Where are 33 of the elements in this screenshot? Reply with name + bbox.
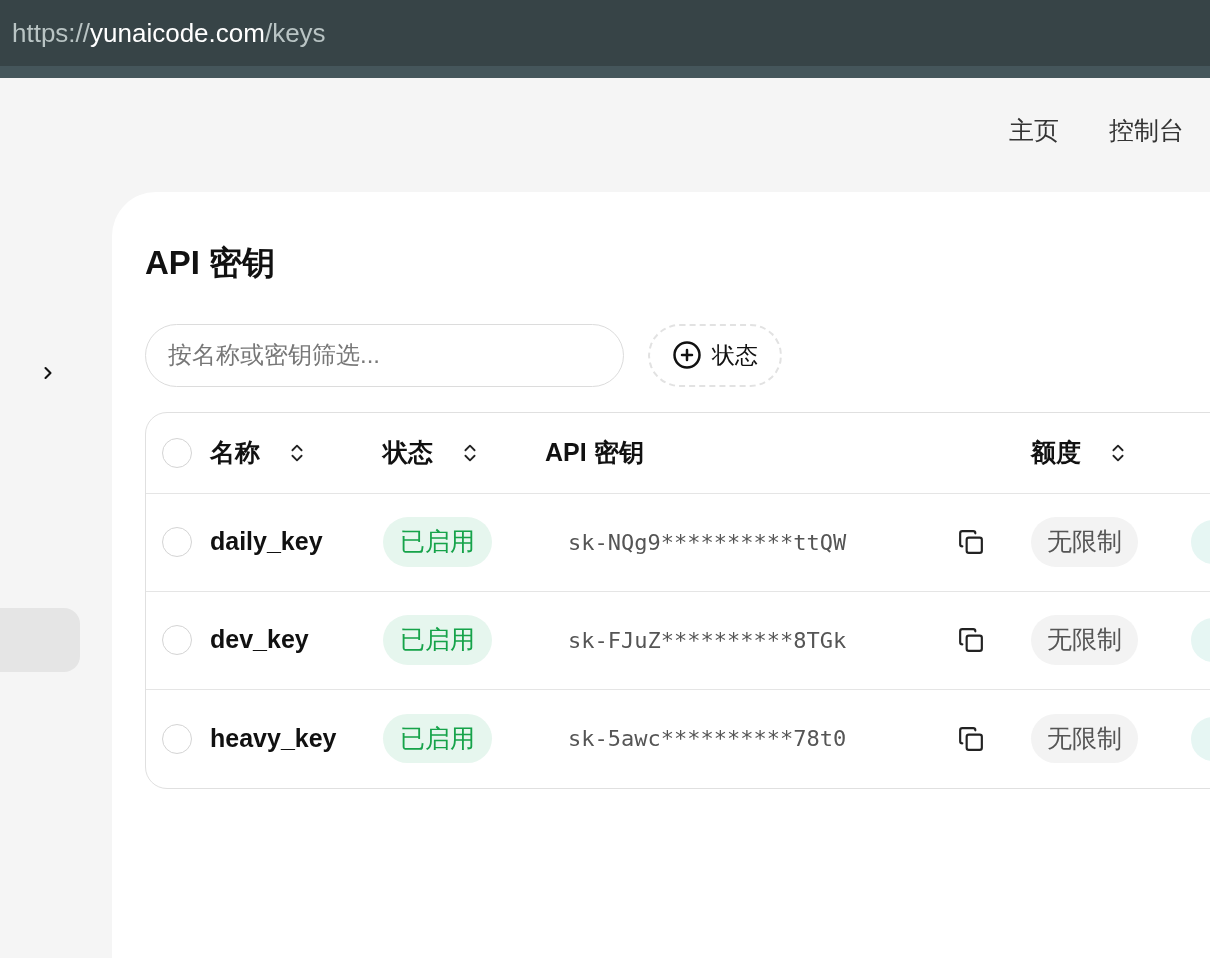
page-title: API 密钥 (145, 243, 277, 283)
key-name: heavy_key (210, 722, 338, 754)
status-badge: 已启用 (383, 713, 492, 764)
status-filter-button[interactable]: 状态 (648, 323, 782, 387)
copy-icon[interactable] (958, 725, 984, 752)
table-row[interactable]: heavy_key 已启用 sk-5awc**********78t0 无限制 (146, 689, 1210, 788)
key-name: dev_key (210, 624, 310, 656)
address-text[interactable]: https://yunaicode.com/keys (12, 13, 326, 53)
quota-badge: 无限制 (1031, 517, 1138, 567)
row-checkbox[interactable] (162, 527, 192, 557)
row-checkbox[interactable] (162, 437, 192, 468)
column-header[interactable]: 名称 (210, 433, 260, 472)
table-row[interactable]: daily_key 已启用 sk-NQg9**********ttQW 无限制 (146, 493, 1210, 592)
api-key-text: sk-5awc**********78t0 (568, 725, 848, 753)
key-name: daily_key (210, 526, 324, 558)
table-row[interactable]: dev_key 已启用 sk-FJuZ**********8TGk 无限制 (146, 591, 1210, 690)
status-badge: 已启用 (383, 615, 492, 665)
column-header[interactable]: 状态 (383, 433, 433, 472)
quota-badge: 无限制 (1031, 615, 1138, 665)
filter-field[interactable]: 按名称或密钥筛选... (145, 323, 624, 387)
api-key-text: sk-NQg9**********ttQW (568, 528, 848, 557)
api-key-text: sk-FJuZ**********8TGk (568, 626, 848, 655)
quota-badge: 无限制 (1031, 713, 1138, 764)
copy-icon[interactable] (958, 529, 984, 555)
copy-icon[interactable] (958, 627, 984, 653)
row-checkbox[interactable] (162, 723, 192, 754)
status-badge: 已启用 (383, 517, 492, 567)
row-checkbox[interactable] (162, 625, 192, 655)
nav-link[interactable]: 主页 (1009, 112, 1059, 150)
nav-link[interactable]: 控制台 (1109, 112, 1184, 150)
column-header: API 密钥 (545, 436, 644, 468)
column-header[interactable]: 额度 (1031, 433, 1081, 472)
plus-circle-icon (672, 340, 702, 370)
